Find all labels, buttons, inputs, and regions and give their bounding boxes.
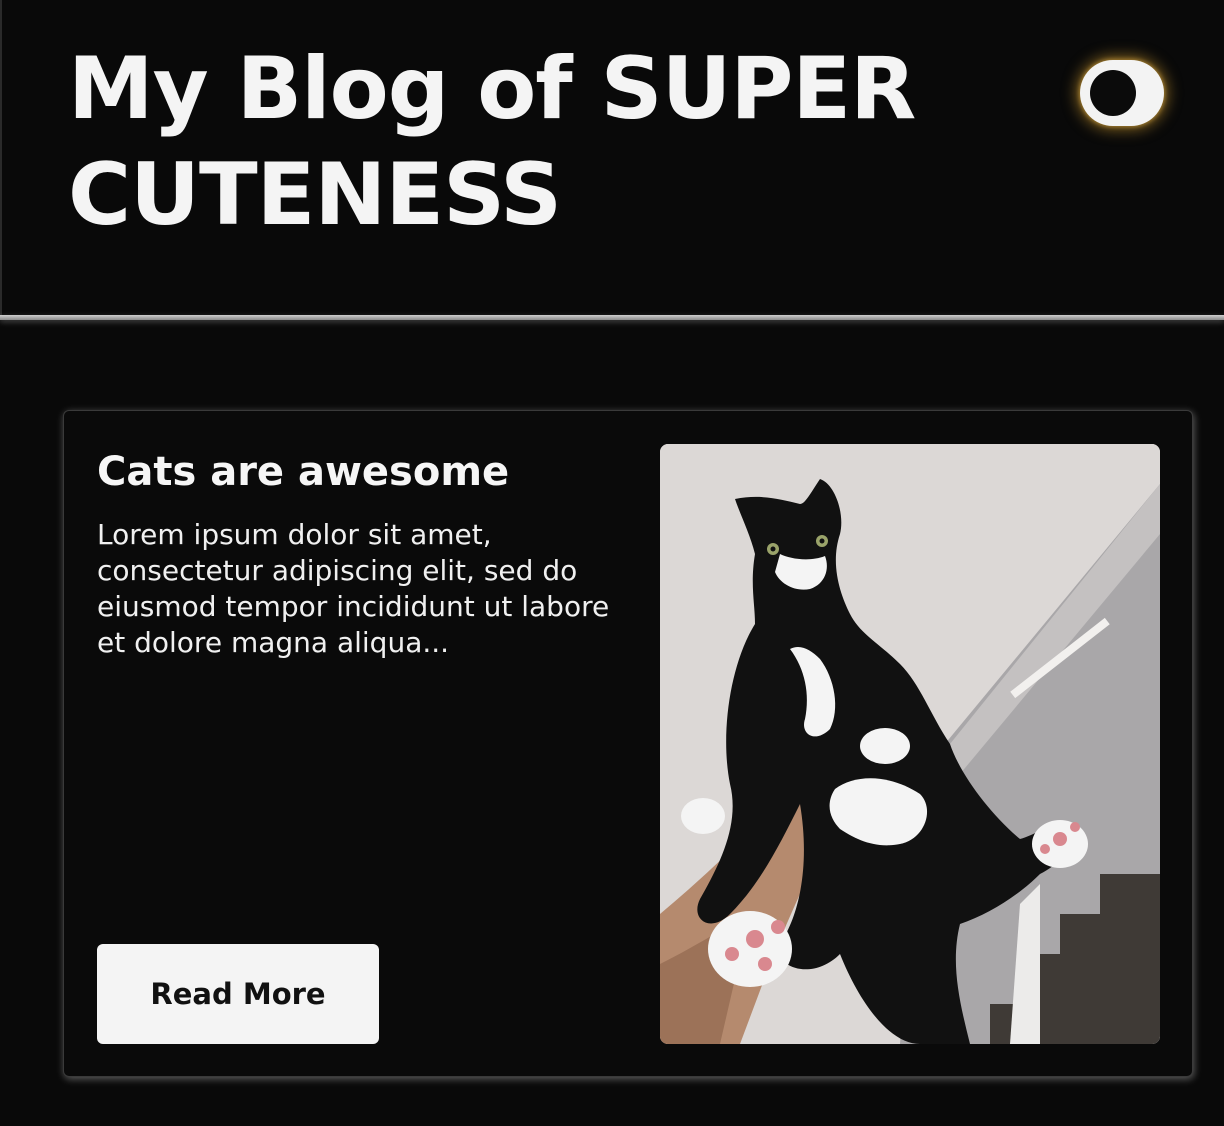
- site-header: My Blog of SUPER CUTENESS: [0, 0, 1224, 316]
- cat-photo-illustration: [660, 444, 1160, 1044]
- post-excerpt: Lorem ipsum dolor sit amet, consectetur …: [97, 518, 610, 659]
- theme-toggle-switch[interactable]: [1080, 60, 1164, 126]
- post-card: Cats are awesome Lorem ipsum dolor sit a…: [63, 410, 1193, 1077]
- site-title: My Blog of SUPER CUTENESS: [68, 39, 916, 245]
- post-image: [660, 444, 1160, 1044]
- read-more-button[interactable]: Read More: [97, 944, 379, 1044]
- toggle-knob: [1090, 70, 1136, 116]
- header-divider: [0, 315, 1224, 320]
- post-title: Cats are awesome: [97, 449, 510, 495]
